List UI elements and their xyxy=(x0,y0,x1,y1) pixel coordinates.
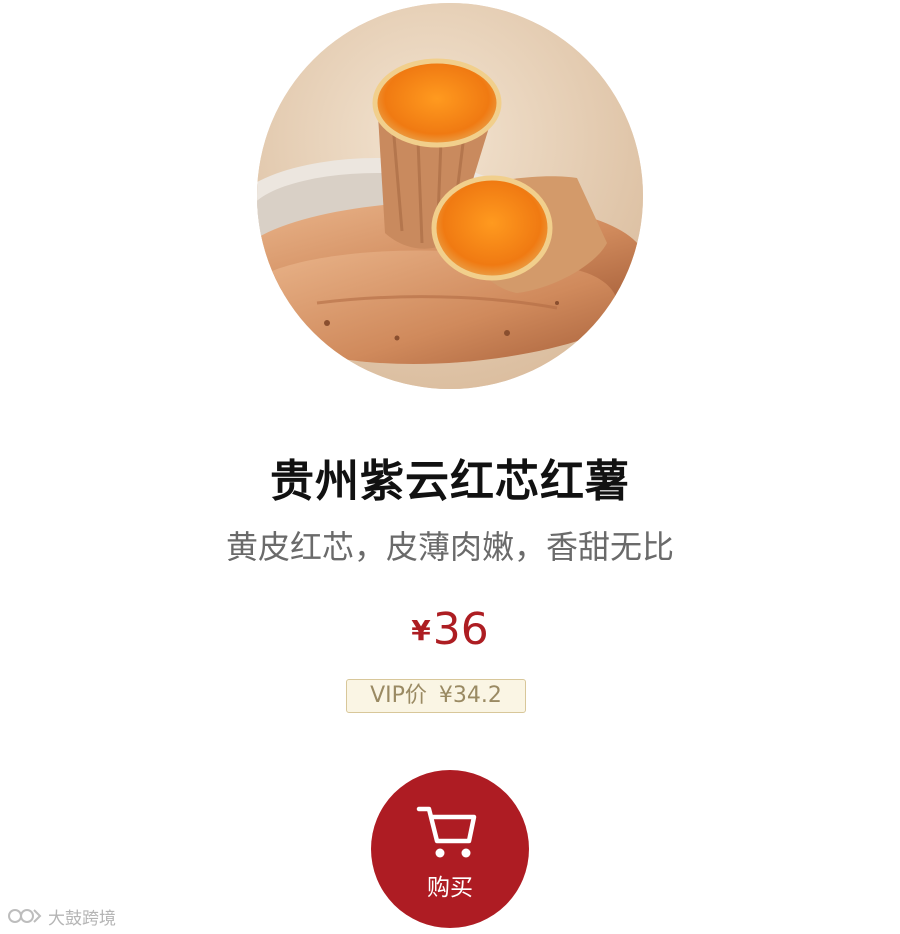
price-value: 36 xyxy=(432,604,489,655)
price-currency: ¥ xyxy=(411,614,431,647)
watermark: 大鼓跨境 xyxy=(8,904,116,929)
vip-label: VIP价 xyxy=(370,683,427,708)
product-price: ¥36 xyxy=(0,600,900,669)
vip-price: ¥34.2 xyxy=(438,683,502,708)
watermark-text: 大鼓跨境 xyxy=(48,908,116,929)
brand-logo-icon xyxy=(8,909,42,923)
product-title: 贵州紫云红芯红薯 xyxy=(270,456,630,507)
buy-button[interactable]: 购买 xyxy=(371,770,529,928)
shopping-cart-icon xyxy=(416,806,477,858)
vip-price-badge: VIP价 ¥34.2 xyxy=(346,679,526,713)
product-card: 贵州紫云红芯红薯 黄皮红芯，皮薄肉嫩，香甜无比 ¥36 VIP价 ¥34.2 购买… xyxy=(0,0,900,934)
product-image[interactable] xyxy=(257,3,643,389)
product-subtitle: 黄皮红芯，皮薄肉嫩，香甜无比 xyxy=(225,528,674,566)
buy-button-label: 购买 xyxy=(427,875,473,901)
